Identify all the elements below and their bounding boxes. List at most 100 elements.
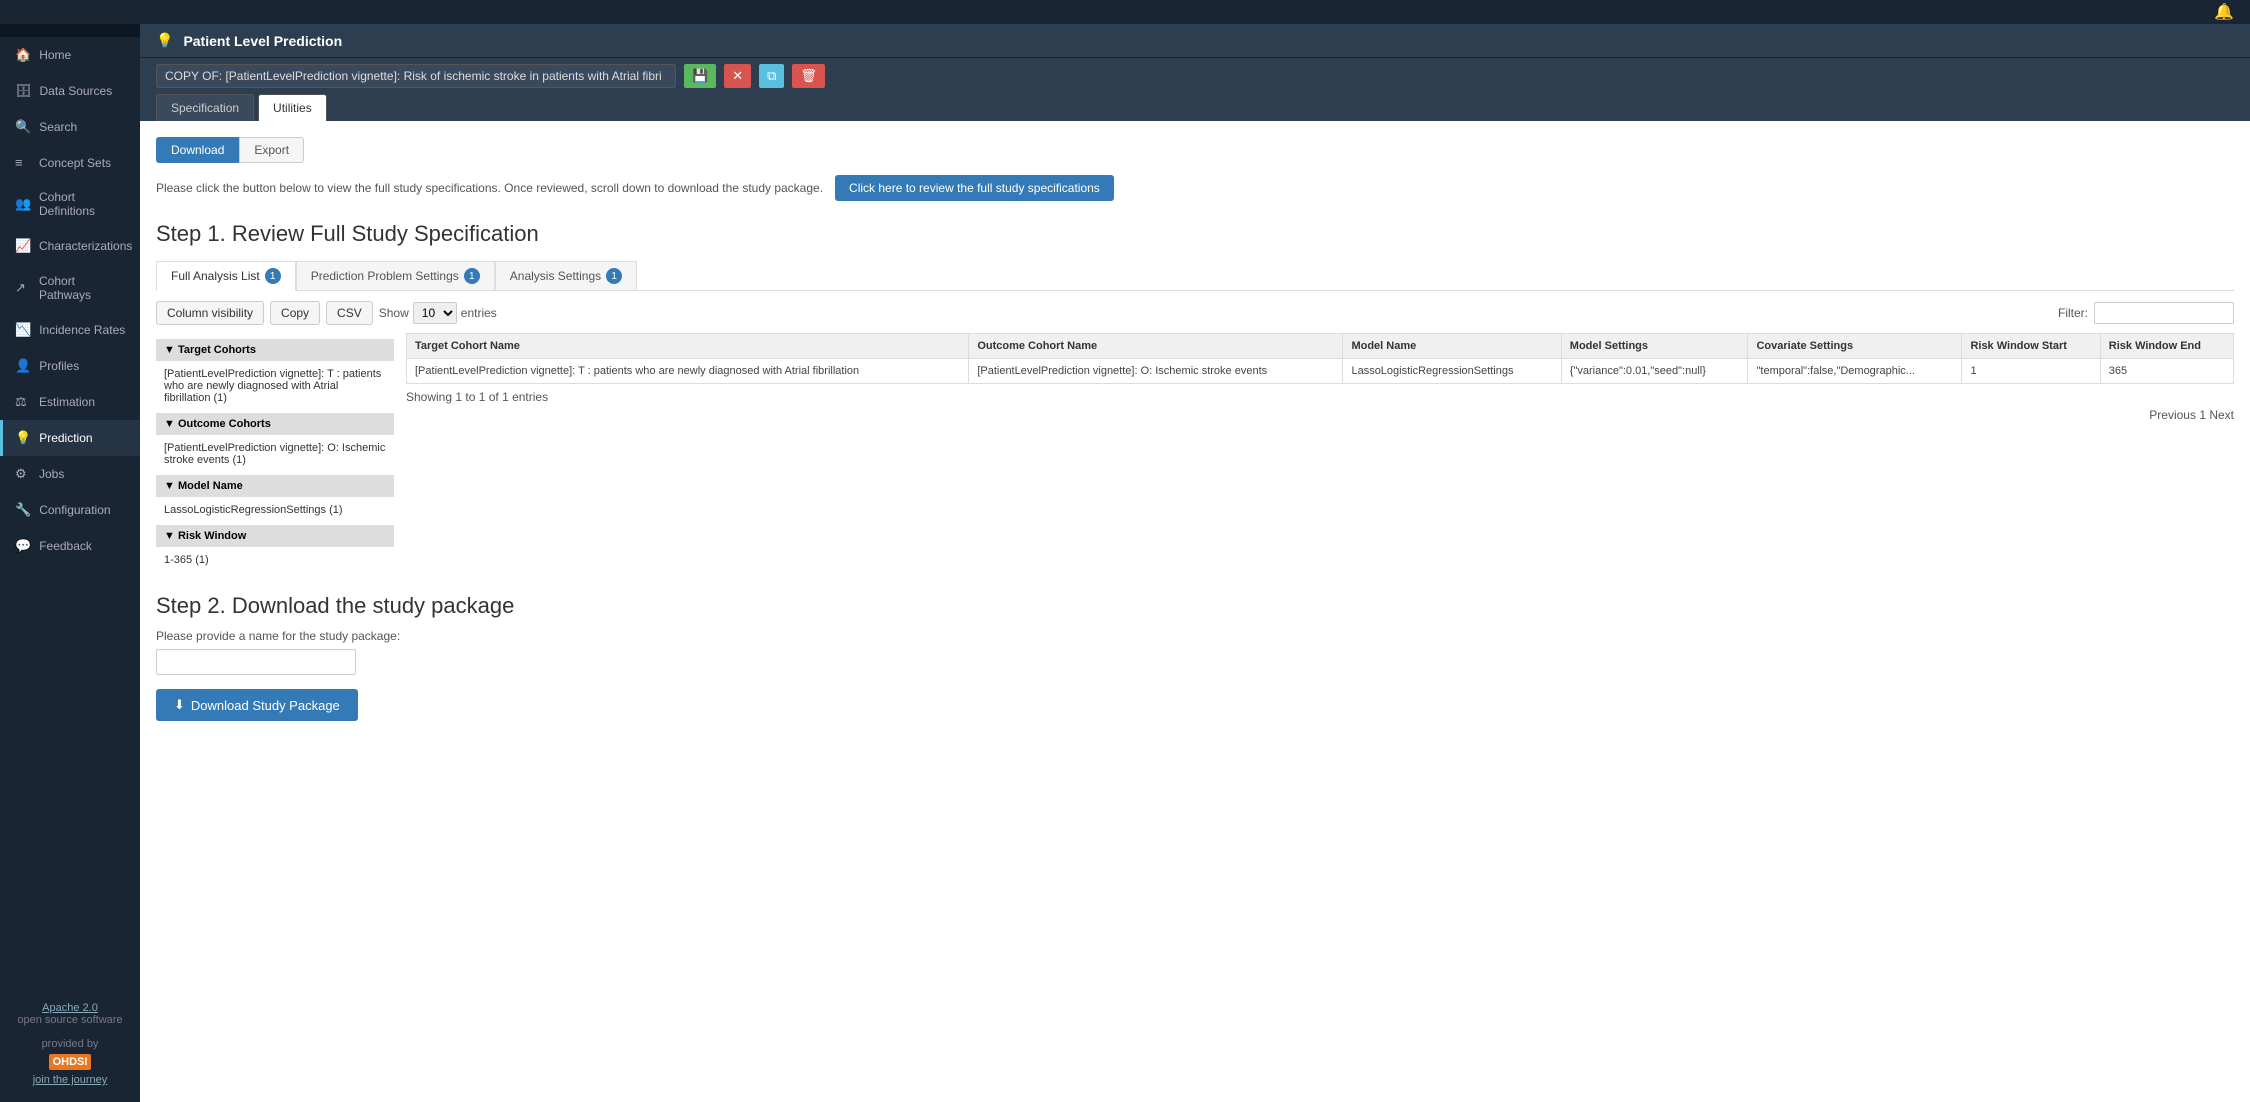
sidebar-label-home: Home <box>39 48 71 62</box>
filter-right: Filter: <box>2058 302 2234 324</box>
analysis-settings-label: Analysis Settings <box>510 269 601 283</box>
prediction-problem-settings-badge: 1 <box>464 268 480 284</box>
table-header-cell[interactable]: Model Name <box>1343 334 1561 359</box>
analysis-table: Target Cohort NameOutcome Cohort NameMod… <box>406 333 2234 384</box>
copy-button[interactable]: ⧉ <box>759 64 784 88</box>
sidebar-icon-configuration: 🔧 <box>15 502 31 518</box>
showing-text: Showing 1 to 1 of 1 entries <box>406 390 2234 404</box>
tab-prediction-problem-settings[interactable]: Prediction Problem Settings 1 <box>296 261 495 290</box>
sidebar-item-concept-sets[interactable]: ≡ Concept Sets <box>0 145 140 180</box>
entries-select[interactable]: 10 25 50 <box>413 302 457 324</box>
sidebar-label-cohort-definitions: Cohort Definitions <box>39 190 128 218</box>
sidebar-label-jobs: Jobs <box>39 467 64 481</box>
sidebar-item-cohort-pathways[interactable]: ↗Cohort Pathways <box>0 264 140 312</box>
filter-input[interactable] <box>2094 302 2234 324</box>
table-cell: {"variance":0.01,"seed":null} <box>1561 359 1748 384</box>
sidebar-item-data-sources[interactable]: 🗄Data Sources <box>0 73 140 109</box>
open-source-label: open source software <box>17 1014 122 1026</box>
show-entries-control: Show 10 25 50 entries <box>379 302 497 324</box>
step1-title: Step 1. Review Full Study Specification <box>156 221 2234 247</box>
tab-full-analysis-list[interactable]: Full Analysis List 1 <box>156 261 296 291</box>
tab-analysis-settings[interactable]: Analysis Settings 1 <box>495 261 637 290</box>
table-header-cell[interactable]: Covariate Settings <box>1748 334 1962 359</box>
table-header-cell[interactable]: Model Settings <box>1561 334 1748 359</box>
sidebar-item-estimation[interactable]: ⚖Estimation <box>0 384 140 420</box>
sidebar-label-concept-sets: Concept Sets <box>39 156 111 170</box>
filter-panel: ▼ Target Cohorts [PatientLevelPrediction … <box>156 333 406 569</box>
download-study-package-button[interactable]: ⬇ Download Study Package <box>156 689 358 721</box>
ohdsi-logo-box: OHDSI <box>49 1054 92 1070</box>
info-row: Please click the button below to view th… <box>156 175 2234 201</box>
tab-utilities[interactable]: Utilities <box>258 94 327 121</box>
analysis-tabs: Full Analysis List 1 Prediction Problem … <box>156 261 2234 291</box>
sidebar-label-profiles: Profiles <box>39 359 79 373</box>
sidebar-icon-data-sources: 🗄 <box>15 83 32 99</box>
sidebar-icon-characterizations: 📈 <box>15 238 31 254</box>
sidebar-label-estimation: Estimation <box>39 395 95 409</box>
table-header-cell[interactable]: Risk Window End <box>2100 334 2233 359</box>
bell-icon[interactable]: 🔔 <box>2214 2 2234 22</box>
main-content: 💡 Patient Level Prediction 💾 ✕ ⧉ 🗑 Speci… <box>140 24 2250 1102</box>
sub-tab-download[interactable]: Download <box>156 137 239 163</box>
ohdsi-logo: OHDSI <box>16 1054 124 1070</box>
sidebar-item-incidence-rates[interactable]: 📉Incidence Rates <box>0 312 140 348</box>
sidebar-label-search: Search <box>39 120 77 134</box>
table-cell: LassoLogisticRegressionSettings <box>1343 359 1561 384</box>
full-analysis-list-badge: 1 <box>265 268 281 284</box>
review-specs-button[interactable]: Click here to review the full study spec… <box>835 175 1114 201</box>
save-button[interactable]: 💾 <box>684 64 716 88</box>
content-body: Download Export Please click the button … <box>140 121 2250 1102</box>
csv-button[interactable]: CSV <box>326 301 373 325</box>
table-header-cell[interactable]: Target Cohort Name <box>407 334 969 359</box>
sub-tab-export[interactable]: Export <box>239 137 304 163</box>
sidebar-icon-search: 🔍 <box>15 119 31 135</box>
sidebar-item-jobs[interactable]: ⚙Jobs <box>0 456 140 492</box>
sidebar-icon-cohort-definitions: 👥 <box>15 196 31 212</box>
sidebar-item-cohort-definitions[interactable]: 👥 Cohort Definitions <box>0 180 140 228</box>
tab-specification[interactable]: Specification <box>156 94 254 121</box>
sidebar-item-feedback[interactable]: 💬Feedback <box>0 528 140 564</box>
info-text: Please click the button below to view th… <box>156 181 823 195</box>
sidebar-item-configuration[interactable]: 🔧Configuration <box>0 492 140 528</box>
table-header-cell[interactable]: Outcome Cohort Name <box>969 334 1343 359</box>
filter-section-target-cohorts[interactable]: ▼ Target Cohorts <box>156 339 394 361</box>
table-panel: Target Cohort NameOutcome Cohort NameMod… <box>406 333 2234 569</box>
sidebar-icon-profiles: 👤 <box>15 358 31 374</box>
filter-section-model-name[interactable]: ▼ Model Name <box>156 475 394 497</box>
download-btn-label: Download Study Package <box>191 698 340 713</box>
table-cell: 365 <box>2100 359 2233 384</box>
page-title: Patient Level Prediction <box>183 33 342 49</box>
column-visibility-button[interactable]: Column visibility <box>156 301 264 325</box>
sidebar-item-home[interactable]: 🏠 Home <box>0 37 140 73</box>
sidebar-icon-concept-sets: ≡ <box>15 155 31 170</box>
pagination: Previous 1 Next <box>406 408 2234 422</box>
main-tabs-bar: Specification Utilities <box>140 94 2250 121</box>
sub-tabs: Download Export <box>156 137 2234 163</box>
copy-table-button[interactable]: Copy <box>270 301 320 325</box>
step2-title: Step 2. Download the study package <box>156 593 2234 619</box>
sidebar-footer: Apache 2.0 open source software provided… <box>0 986 140 1102</box>
sidebar-item-characterizations[interactable]: 📈Characterizations <box>0 228 140 264</box>
table-cell: 1 <box>1962 359 2100 384</box>
sidebar-item-prediction[interactable]: 💡Prediction <box>0 420 140 456</box>
cancel-button[interactable]: ✕ <box>724 64 751 88</box>
filter-label: Filter: <box>2058 306 2088 320</box>
sidebar-item-profiles[interactable]: 👤 Profiles <box>0 348 140 384</box>
sidebar-item-search[interactable]: 🔍 Search <box>0 109 140 145</box>
delete-button[interactable]: 🗑 <box>792 64 825 88</box>
main-split: ▼ Target Cohorts [PatientLevelPrediction … <box>156 333 2234 569</box>
study-name-input[interactable] <box>156 64 676 88</box>
join-journey-link[interactable]: join the journey <box>33 1074 108 1086</box>
filter-section-risk-window[interactable]: ▼ Risk Window <box>156 525 394 547</box>
table-header-cell[interactable]: Risk Window Start <box>1962 334 2100 359</box>
table-cell: "temporal":false,"Demographic... <box>1748 359 1962 384</box>
apache-license-link[interactable]: Apache 2.0 <box>42 1002 98 1014</box>
sidebar-icon-home: 🏠 <box>15 47 31 63</box>
content-header: 💡 Patient Level Prediction <box>140 24 2250 58</box>
analysis-settings-badge: 1 <box>606 268 622 284</box>
package-name-input[interactable] <box>156 649 356 675</box>
filter-item: [PatientLevelPrediction vignette]: T : p… <box>156 365 394 407</box>
table-row: [PatientLevelPrediction vignette]: T : p… <box>407 359 2234 384</box>
filter-section-outcome-cohorts[interactable]: ▼ Outcome Cohorts <box>156 413 394 435</box>
filter-item: LassoLogisticRegressionSettings (1) <box>156 501 394 519</box>
